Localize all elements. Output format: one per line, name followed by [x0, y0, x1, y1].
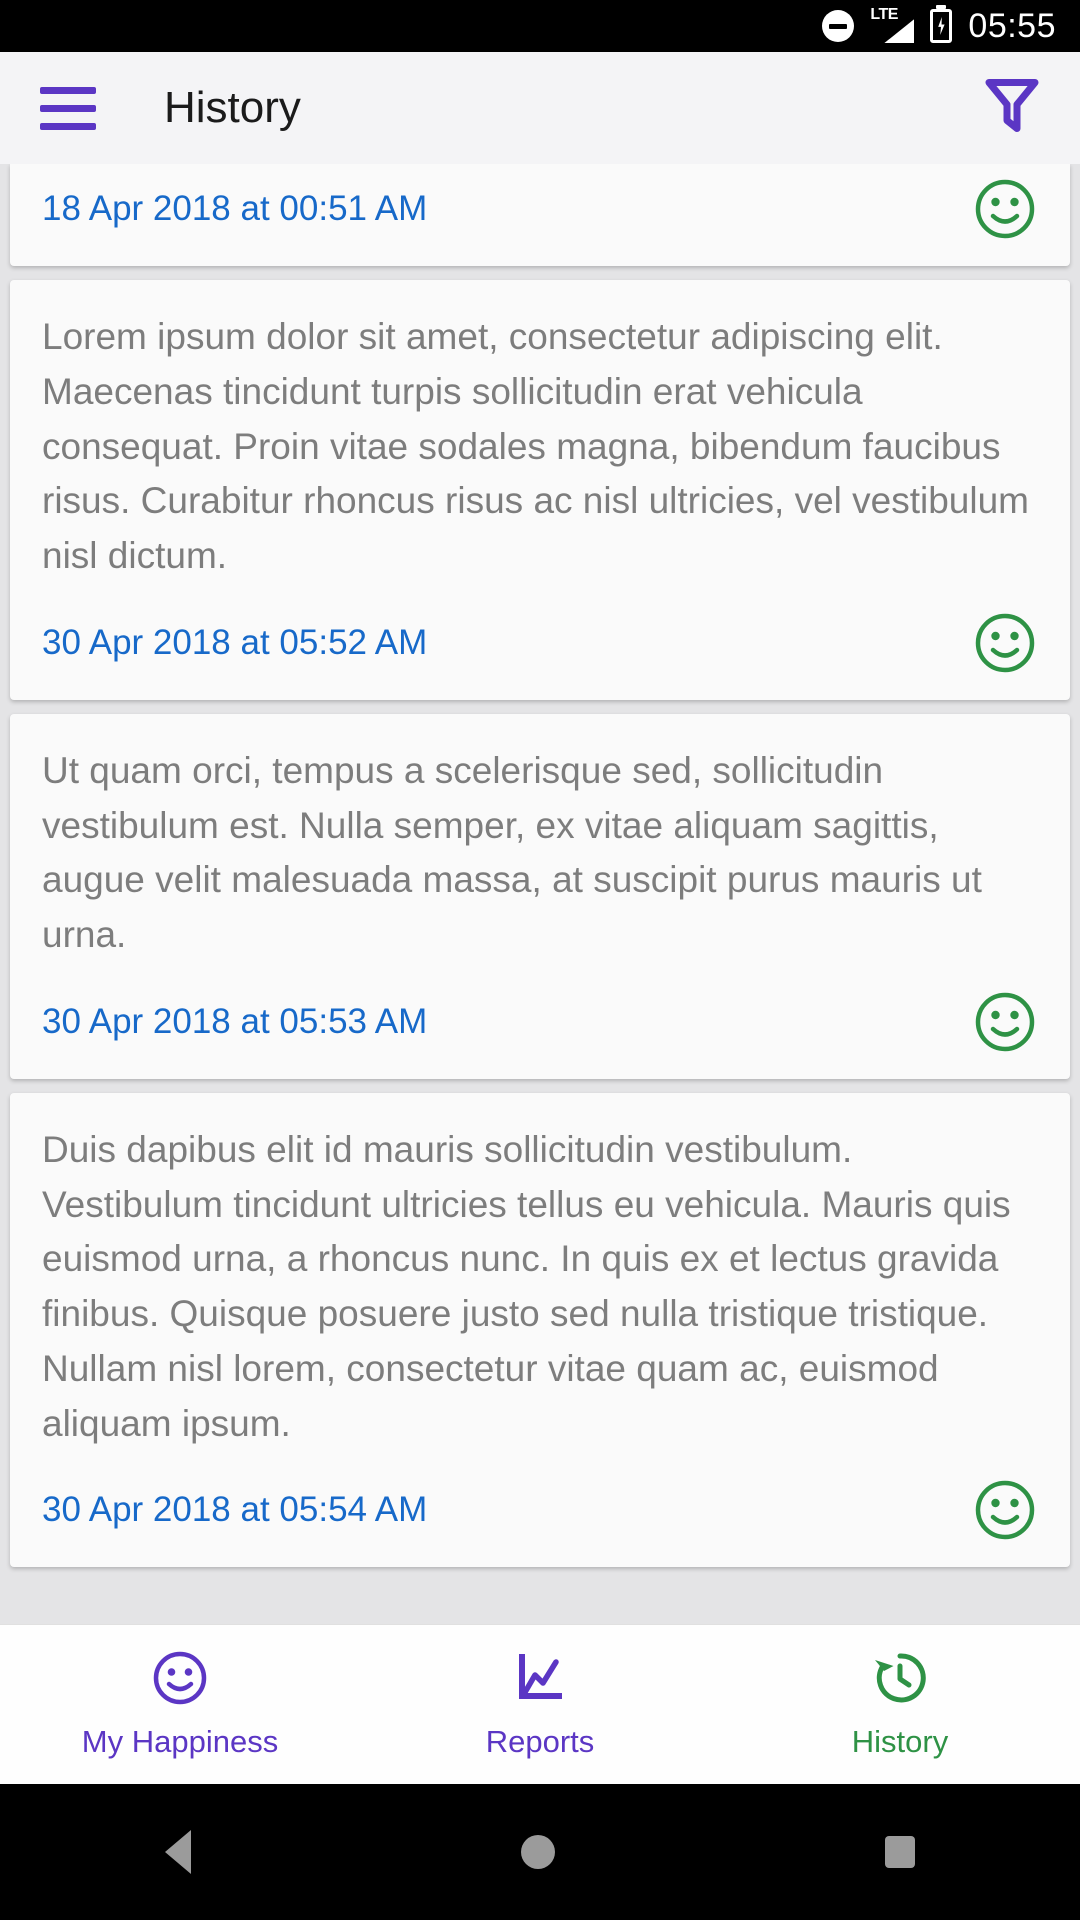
status-bar-clock: 05:55: [968, 6, 1056, 45]
android-navigation-bar: [0, 1784, 1080, 1920]
card-footer: 18 Apr 2018 at 00:51 AM: [42, 176, 1038, 242]
card-footer: 30 Apr 2018 at 05:52 AM: [42, 610, 1038, 676]
smiley-face-icon: [151, 1649, 209, 1712]
page-title: History: [164, 83, 301, 132]
status-bar: LTE 05:55: [0, 0, 1080, 52]
home-circle-icon[interactable]: [521, 1835, 555, 1869]
history-list[interactable]: 18 Apr 2018 at 00:51 AM Lorem ipsum dolo…: [0, 164, 1080, 1624]
nav-tab-label: History: [851, 1724, 949, 1759]
entry-text: Ut quam orci, tempus a scelerisque sed, …: [42, 749, 982, 955]
history-card[interactable]: 18 Apr 2018 at 00:51 AM: [10, 164, 1070, 266]
network-type-label: LTE: [870, 6, 898, 23]
bottom-navigation: My Happiness Reports History: [0, 1624, 1080, 1784]
line-chart-icon: [511, 1649, 569, 1712]
card-footer: 30 Apr 2018 at 05:54 AM: [42, 1477, 1038, 1543]
card-footer: 30 Apr 2018 at 05:53 AM: [42, 989, 1038, 1055]
signal-bars-icon: LTE: [870, 6, 915, 43]
hamburger-menu-icon[interactable]: [40, 86, 96, 130]
history-card[interactable]: Duis dapibus elit id mauris sollicitudin…: [10, 1092, 1070, 1568]
entry-date: 30 Apr 2018 at 05:52 AM: [42, 622, 428, 662]
entry-date: 30 Apr 2018 at 05:54 AM: [42, 1490, 428, 1530]
do-not-disturb-icon: [822, 10, 855, 42]
smiley-happy-icon: [972, 610, 1038, 676]
history-card[interactable]: Ut quam orci, tempus a scelerisque sed, …: [10, 713, 1070, 1079]
nav-tab-my-happiness[interactable]: My Happiness: [0, 1649, 360, 1760]
entry-date: 18 Apr 2018 at 00:51 AM: [42, 189, 428, 228]
nav-tab-label: Reports: [485, 1724, 595, 1759]
history-clock-icon: [871, 1649, 929, 1712]
entry-text: Lorem ipsum dolor sit amet, consectetur …: [42, 316, 1030, 576]
nav-tab-history[interactable]: History: [720, 1649, 1080, 1760]
smiley-happy-icon: [972, 176, 1038, 242]
back-triangle-icon[interactable]: [165, 1830, 191, 1874]
phone-screen: LTE 05:55 History 18 Apr 2018 at 00:51 A…: [0, 0, 1080, 1920]
entry-text: Duis dapibus elit id mauris sollicitudin…: [42, 1128, 1011, 1444]
smiley-happy-icon: [972, 989, 1038, 1055]
filter-funnel-icon[interactable]: [984, 76, 1040, 141]
smiley-happy-icon: [972, 1477, 1038, 1543]
battery-charging-icon: [930, 9, 953, 43]
entry-date: 30 Apr 2018 at 05:53 AM: [42, 1001, 428, 1041]
history-card[interactable]: Lorem ipsum dolor sit amet, consectetur …: [10, 280, 1070, 700]
nav-tab-reports[interactable]: Reports: [360, 1649, 720, 1760]
recents-square-icon[interactable]: [885, 1836, 915, 1868]
app-bar: History: [0, 52, 1080, 164]
nav-tab-label: My Happiness: [81, 1724, 279, 1759]
